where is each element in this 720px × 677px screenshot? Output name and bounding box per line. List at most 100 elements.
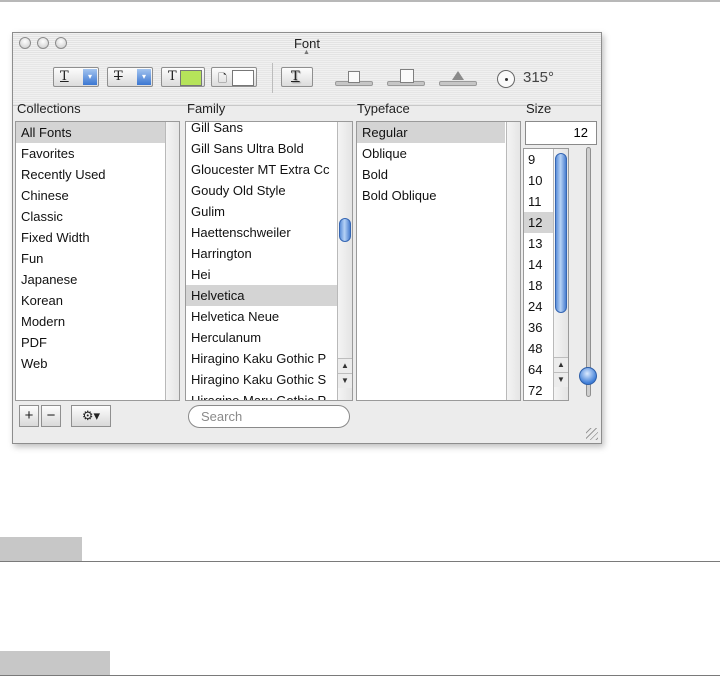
underline-button[interactable]: T ▾ — [53, 67, 99, 87]
list-item[interactable]: Korean — [16, 290, 166, 311]
typeface-header: Typeface — [357, 101, 410, 116]
list-item[interactable]: 48 — [524, 338, 554, 359]
scroll-down-arrow-icon[interactable]: ▼ — [554, 372, 568, 387]
list-item[interactable]: 18 — [524, 275, 554, 296]
list-item[interactable]: Helvetica — [186, 285, 338, 306]
section-tab — [0, 651, 110, 675]
plus-icon: + — [24, 407, 34, 424]
list-item[interactable]: Recently Used — [16, 164, 166, 185]
collections-list[interactable]: All Fonts Favorites Recently Used Chines… — [15, 121, 180, 401]
list-item[interactable]: 11 — [524, 191, 554, 212]
list-item[interactable]: Favorites — [16, 143, 166, 164]
list-item[interactable]: Bold — [357, 164, 505, 185]
list-item[interactable]: Fixed Width — [16, 227, 166, 248]
scroll-up-arrow-icon[interactable]: ▲ — [338, 358, 352, 373]
typeface-scrollbar[interactable] — [506, 122, 520, 400]
add-collection-button[interactable]: + — [19, 405, 39, 427]
size-field[interactable]: 12 — [525, 121, 597, 145]
minus-icon: − — [46, 407, 56, 424]
remove-collection-button[interactable]: − — [41, 405, 61, 427]
underline-icon: T — [60, 69, 69, 84]
list-item[interactable]: Web — [16, 353, 166, 374]
list-item[interactable]: Gill Sans Ultra Bold — [186, 138, 338, 159]
list-item[interactable]: 13 — [524, 233, 554, 254]
collections-scrollbar[interactable] — [165, 122, 179, 400]
strikethrough-button[interactable]: T ▾ — [107, 67, 153, 87]
list-item[interactable]: 64 — [524, 359, 554, 380]
list-item[interactable]: Helvetica Neue — [186, 306, 338, 327]
scroll-thumb[interactable] — [339, 218, 351, 242]
list-item[interactable]: Classic — [16, 206, 166, 227]
slider-track — [439, 81, 477, 86]
font-panel-window: Font ▲ T ▾ T ▾ T 🗋 T 315° Collections Fa… — [12, 32, 602, 444]
list-item[interactable]: Gill Sans — [186, 122, 338, 138]
toolbar-toggle-icon[interactable]: ▲ — [303, 49, 311, 56]
top-rule — [0, 0, 720, 2]
document-icon: 🗋 — [218, 72, 227, 85]
list-item[interactable]: Fun — [16, 248, 166, 269]
list-item[interactable]: Chinese — [16, 185, 166, 206]
list-item[interactable]: Regular — [357, 122, 505, 143]
size-slider-knob[interactable] — [579, 367, 597, 385]
family-list[interactable]: Gill Sans Gill Sans Ultra Bold Glouceste… — [185, 121, 353, 401]
list-item[interactable]: 10 — [524, 170, 554, 191]
list-item[interactable]: 36 — [524, 317, 554, 338]
scroll-thumb[interactable] — [555, 153, 567, 313]
strikethrough-icon: T — [114, 69, 123, 84]
list-item[interactable]: Modern — [16, 311, 166, 332]
list-item[interactable]: Gulim — [186, 201, 338, 222]
list-item[interactable]: Oblique — [357, 143, 505, 164]
collections-header: Collections — [17, 101, 81, 116]
size-slider-track[interactable] — [586, 147, 591, 397]
list-item[interactable]: PDF — [16, 332, 166, 353]
list-item[interactable]: Herculanum — [186, 327, 338, 348]
list-item[interactable]: Hiragino Kaku Gothic S — [186, 369, 338, 390]
size-header: Size — [526, 101, 552, 116]
list-item[interactable]: 24 — [524, 296, 554, 317]
document-color-swatch — [232, 70, 254, 86]
list-item[interactable]: Harrington — [186, 243, 338, 264]
list-item[interactable]: All Fonts — [16, 122, 166, 143]
list-item[interactable]: Haettenschweiler — [186, 222, 338, 243]
size-list[interactable]: 9 10 11 12 13 14 18 24 36 48 64 72 ▲ ▼ — [523, 148, 569, 401]
text-color-icon: T — [168, 69, 177, 84]
section-rule — [0, 561, 720, 562]
shadow-icon: T — [291, 69, 300, 84]
list-item[interactable]: Bold Oblique — [357, 185, 505, 206]
resize-grip-icon[interactable] — [586, 428, 598, 440]
text-color-button[interactable]: T — [161, 67, 205, 87]
slider-knob[interactable] — [400, 69, 414, 83]
list-item[interactable]: Gloucester MT Extra Cc — [186, 159, 338, 180]
section-rule — [0, 675, 720, 676]
section-tab — [0, 537, 82, 561]
list-item[interactable]: 72 — [524, 380, 554, 400]
effects-toolbar: T ▾ T ▾ T 🗋 T 315° — [13, 55, 601, 106]
list-item[interactable]: Hei — [186, 264, 338, 285]
list-item[interactable]: Goudy Old Style — [186, 180, 338, 201]
search-input[interactable] — [188, 405, 350, 428]
list-item[interactable]: 9 — [524, 149, 554, 170]
list-item[interactable]: Japanese — [16, 269, 166, 290]
scroll-down-arrow-icon[interactable]: ▼ — [338, 373, 352, 388]
scroll-up-arrow-icon[interactable]: ▲ — [554, 357, 568, 372]
document-color-button[interactable]: 🗋 — [211, 67, 257, 87]
text-color-swatch — [180, 70, 202, 86]
slider-knob[interactable] — [348, 71, 360, 83]
list-item[interactable]: 12 — [524, 212, 554, 233]
slider-knob[interactable] — [452, 71, 464, 80]
toolbar-separator — [272, 63, 273, 93]
list-item[interactable]: 14 — [524, 254, 554, 275]
gear-icon: ⚙▾ — [81, 408, 101, 423]
size-scrollbar[interactable]: ▲ ▼ — [553, 149, 568, 400]
typeface-list[interactable]: Regular Oblique Bold Bold Oblique — [356, 121, 521, 401]
family-scrollbar[interactable]: ▲ ▼ — [337, 122, 352, 400]
chevron-down-icon: ▾ — [83, 69, 97, 85]
text-shadow-button[interactable]: T — [281, 67, 313, 87]
family-header: Family — [187, 101, 226, 116]
title-bar[interactable]: Font ▲ — [13, 33, 601, 56]
shadow-angle-dial[interactable] — [497, 70, 515, 88]
list-item[interactable]: Hiragino Maru Gothic P — [186, 390, 338, 400]
list-item[interactable]: Hiragino Kaku Gothic P — [186, 348, 338, 369]
chevron-down-icon: ▾ — [137, 69, 151, 85]
action-menu-button[interactable]: ⚙▾ — [71, 405, 111, 427]
